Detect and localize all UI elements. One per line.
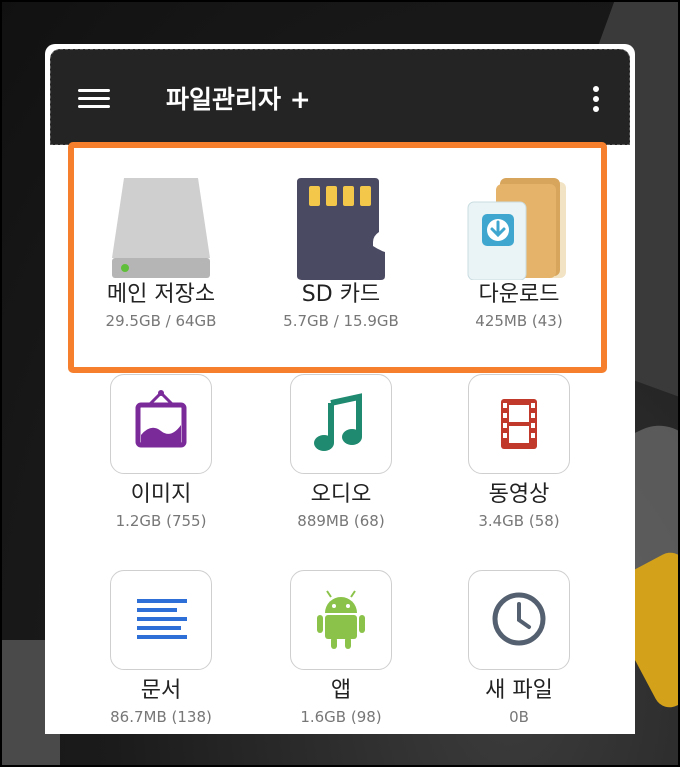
image-icon [110,374,212,474]
category-documents[interactable]: 문서 86.7MB (138) [71,570,251,728]
phone-screen: 파일관리자 + 메인 저장소 29.5GB / 64GB SD 카드 5.7GB… [45,44,635,734]
app-bar: 파일관리자 + [50,49,630,145]
category-label: 앱 [330,678,352,703]
category-size: 86.7MB (138) [110,708,212,726]
category-label: 문서 [140,678,182,703]
category-video[interactable]: 동영상 3.4GB (58) [429,374,609,532]
document-lines-icon [110,570,212,670]
category-label: 오디오 [310,482,372,507]
category-images[interactable]: 이미지 1.2GB (755) [71,374,251,532]
category-size: 1.2GB (755) [115,512,207,530]
film-icon [468,374,570,474]
category-label: 이미지 [130,482,192,507]
category-recent[interactable]: 새 파일 0B [429,570,609,728]
storage-highlight-outline [68,142,607,373]
category-audio[interactable]: 오디오 889MB (68) [251,374,431,532]
android-icon [290,570,392,670]
music-note-icon [290,374,392,474]
app-title: 파일관리자 + [166,85,311,114]
hamburger-menu-icon[interactable] [78,86,112,112]
category-apps[interactable]: 앱 1.6GB (98) [251,570,431,728]
category-size: 3.4GB (58) [478,512,560,530]
category-label: 새 파일 [485,678,553,703]
more-options-icon[interactable] [589,83,603,115]
category-size: 1.6GB (98) [300,708,382,726]
category-size: 889MB (68) [297,512,385,530]
category-size: 0B [509,708,529,726]
clock-icon [468,570,570,670]
category-label: 동영상 [488,482,550,507]
